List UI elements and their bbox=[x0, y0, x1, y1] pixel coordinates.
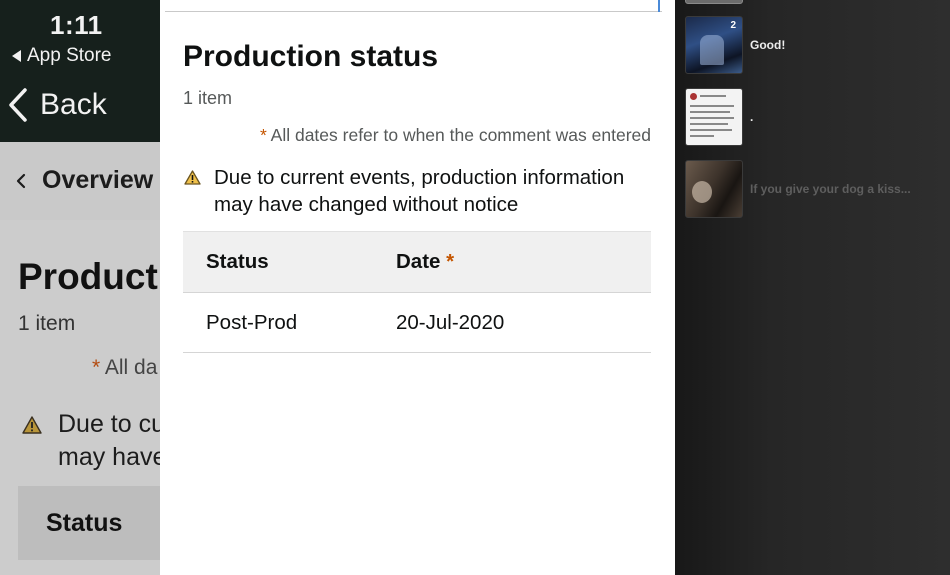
date-header-label: Date bbox=[396, 250, 441, 273]
item-count: 1 item bbox=[183, 88, 233, 108]
app-store-label: App Store bbox=[27, 45, 112, 66]
background-table-header: Status bbox=[18, 486, 160, 560]
background-warning-line1: Due to cu bbox=[58, 410, 160, 438]
warning-text: Due to current events, production inform… bbox=[214, 166, 625, 216]
status-bar: 1:11 App Store Back bbox=[0, 0, 160, 142]
warning-message: Due to current events, production inform… bbox=[184, 164, 654, 218]
background-dates-note: * All da bbox=[92, 356, 157, 380]
thumbnail-text-line bbox=[690, 111, 730, 113]
background-dates-text: All da bbox=[104, 356, 158, 379]
background-content: Producti 1 item * All da Due to cu may h… bbox=[0, 220, 160, 575]
warning-triangle-icon bbox=[184, 170, 201, 185]
feed-item[interactable]: . bbox=[685, 88, 753, 146]
count-badge: 2 bbox=[730, 20, 736, 31]
production-status-sheet: Production status 1 item * All dates ref… bbox=[160, 0, 675, 575]
asterisk: * bbox=[259, 125, 267, 145]
thumbnail-text-line bbox=[690, 123, 728, 125]
app-store-return-link[interactable]: App Store bbox=[12, 45, 112, 67]
thumbnail-figure bbox=[692, 181, 712, 203]
thumbnail-text-line bbox=[700, 95, 726, 97]
feed-item-label: Good! bbox=[750, 38, 786, 52]
feed-item-label: If you give your dog a kiss... bbox=[750, 182, 911, 196]
thumbnail-text-line bbox=[690, 117, 734, 119]
status-cell: Post-Prod bbox=[206, 310, 298, 334]
sheet-top-divider bbox=[165, 0, 662, 12]
feed-item-label: . bbox=[750, 110, 754, 124]
background-page-title: Producti bbox=[18, 256, 160, 297]
side-feed-pane: 2 Good! . If you give your dog a kiss... bbox=[675, 0, 950, 575]
status-time: 1:11 bbox=[50, 10, 103, 40]
production-status-table: Status Date * Post-Prod 20-Jul-2020 bbox=[183, 231, 651, 353]
back-triangle-icon bbox=[12, 50, 21, 62]
feed-thumbnail bbox=[685, 88, 743, 146]
feed-item[interactable]: If you give your dog a kiss... bbox=[685, 160, 911, 218]
back-label: Back bbox=[40, 88, 107, 121]
dates-note-text: All dates refer to when the comment was … bbox=[270, 125, 651, 145]
dates-note: * All dates refer to when the comment wa… bbox=[260, 125, 651, 146]
feed-thumbnail-partial[interactable] bbox=[685, 0, 743, 4]
overview-label: Overview bbox=[42, 166, 154, 194]
thumbnail-figure bbox=[700, 35, 724, 65]
feed-thumbnail: 2 bbox=[685, 16, 743, 74]
asterisk: * bbox=[92, 356, 105, 379]
overview-bar: Overview bbox=[0, 142, 160, 221]
back-button[interactable]: Back bbox=[8, 88, 107, 122]
feed-item[interactable]: 2 Good! bbox=[685, 16, 785, 74]
background-item-count: 1 item bbox=[18, 312, 76, 335]
overview-link[interactable]: Overview bbox=[16, 166, 153, 195]
status-column-header: Status bbox=[206, 250, 269, 273]
table-row: Post-Prod 20-Jul-2020 bbox=[183, 293, 651, 353]
background-warning-line2: may have bbox=[58, 443, 160, 471]
thumbnail-text-line bbox=[690, 129, 732, 131]
thumbnail-text-line bbox=[690, 135, 714, 137]
date-cell: 20-Jul-2020 bbox=[396, 310, 505, 334]
background-app: 1:11 App Store Back Overview Producti 1 … bbox=[0, 0, 160, 575]
date-column-header: Date * bbox=[396, 232, 651, 293]
background-status-header: Status bbox=[46, 509, 123, 537]
warning-triangle-icon bbox=[22, 416, 42, 434]
thumbnail-text-line bbox=[690, 105, 734, 107]
table-header-row: Status Date * bbox=[183, 231, 651, 293]
feed-thumbnail bbox=[685, 160, 743, 218]
asterisk: * bbox=[446, 250, 455, 273]
scrollbar[interactable] bbox=[658, 0, 660, 12]
avatar bbox=[690, 93, 697, 100]
background-warning: Due to cu may have bbox=[22, 408, 160, 474]
page-title: Production status bbox=[183, 40, 439, 73]
chevron-left-icon bbox=[9, 88, 27, 122]
chevron-left-icon bbox=[16, 173, 26, 188]
